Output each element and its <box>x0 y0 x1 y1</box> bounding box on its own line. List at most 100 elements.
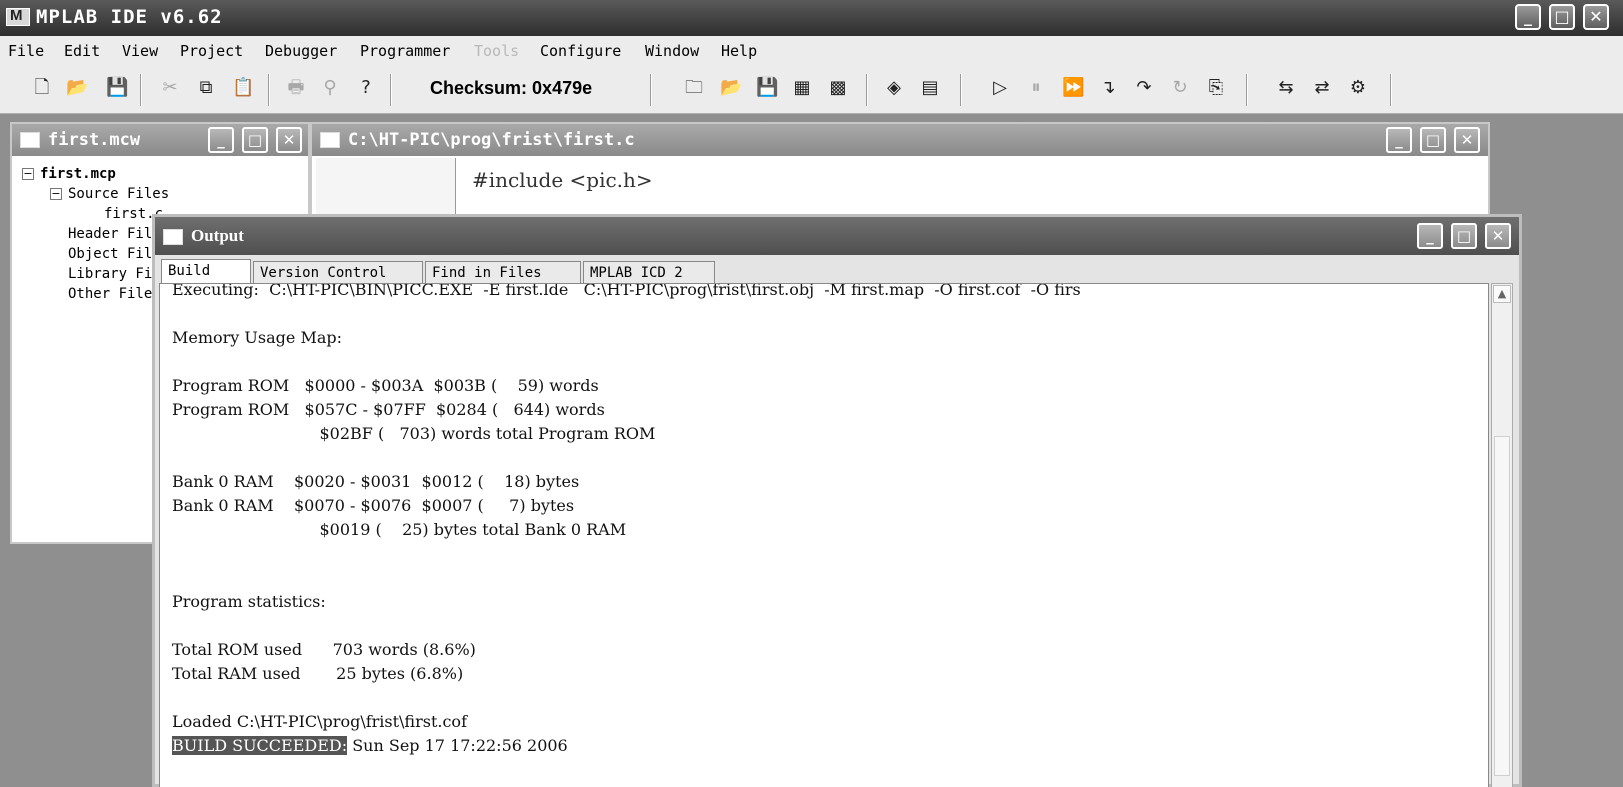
run-icon[interactable]: ▷ <box>990 78 1010 98</box>
minimize-button[interactable]: _ <box>1515 4 1541 30</box>
new-file-icon[interactable]: 🗋 <box>32 78 52 98</box>
step-over-icon[interactable]: ↷ <box>1134 78 1154 98</box>
toolbar-separator <box>960 74 962 106</box>
open-project-icon[interactable]: 📂 <box>720 78 742 98</box>
disconnect-icon[interactable]: ⇄ <box>1312 78 1332 98</box>
build-output-pane[interactable]: Executing: C:\HT-PIC\BIN\PICC.EXE -E fir… <box>159 283 1489 787</box>
save-icon[interactable]: 💾 <box>106 78 128 98</box>
checksum-display: Checksum: 0x479e <box>430 78 592 99</box>
source-file-icon <box>320 132 340 148</box>
menu-configure[interactable]: Configure <box>540 42 621 60</box>
menu-help[interactable]: Help <box>721 42 757 60</box>
toolbar-separator <box>1246 74 1248 106</box>
menu-tools: Tools <box>474 42 520 60</box>
editor-window: C:\HT-PIC\prog\frist\first.c _ □ ✕ #incl… <box>310 122 1490 222</box>
build-all-icon[interactable]: ▦ <box>792 78 812 98</box>
help-icon[interactable]: ? <box>356 78 376 98</box>
checksum-value: 0x479e <box>532 78 593 98</box>
output-line: Bank 0 RAM $0020 - $0031 $0012 ( 18) byt… <box>172 472 580 491</box>
menu-project[interactable]: Project <box>180 42 243 60</box>
scrollbar-thumb[interactable] <box>1494 436 1510 776</box>
collapse-icon[interactable]: − <box>50 188 62 200</box>
close-button[interactable]: ✕ <box>1583 4 1609 30</box>
code-line[interactable]: #include <pic.h> <box>472 168 653 192</box>
build-succeeded-badge: BUILD SUCCEEDED: <box>172 736 348 755</box>
project-window-title-bar[interactable]: first.mcw _ □ ✕ <box>12 124 308 156</box>
open-folder-icon[interactable]: 📂 <box>66 78 88 98</box>
output-line: Program statistics: <box>172 592 326 611</box>
output-maximize-button[interactable]: □ <box>1451 223 1477 249</box>
tab-build[interactable]: Build <box>161 259 251 286</box>
editor-window-title: C:\HT-PIC\prog\frist\first.c <box>348 130 635 150</box>
app-title-bar: MPLAB IDE v6.62 _ □ ✕ <box>0 0 1623 36</box>
editor-window-title-bar[interactable]: C:\HT-PIC\prog\frist\first.c _ □ ✕ <box>312 124 1488 156</box>
maximize-button[interactable]: □ <box>1549 4 1575 30</box>
toolbar: 🗋 📂 💾 ✂ ⧉ 📋 🖶 ⚲ ? Checksum: 0x479e 🗀 📂 💾… <box>0 66 1623 114</box>
cut-icon[interactable]: ✂ <box>160 78 180 98</box>
editor-close-button[interactable]: ✕ <box>1454 127 1480 153</box>
find-icon[interactable]: ⚲ <box>320 78 340 98</box>
output-window-title: Output <box>191 226 244 245</box>
project-maximize-button[interactable]: □ <box>242 127 268 153</box>
editor-minimize-button[interactable]: _ <box>1386 127 1412 153</box>
output-line: Program ROM $057C - $07FF $0284 ( 644) w… <box>172 400 605 419</box>
scroll-up-icon[interactable]: ▲ <box>1493 285 1511 303</box>
app-title: MPLAB IDE v6.62 <box>36 6 223 28</box>
tree-item-project[interactable]: − first.mcp <box>22 164 178 184</box>
build-timestamp: Sun Sep 17 17:22:56 2006 <box>347 736 568 755</box>
project-minimize-button[interactable]: _ <box>208 127 234 153</box>
menu-file[interactable]: File <box>8 42 44 60</box>
paste-icon[interactable]: 📋 <box>232 78 254 98</box>
output-line: Memory Usage Map: <box>172 328 343 347</box>
mplab-app-icon[interactable] <box>6 7 30 26</box>
menu-programmer[interactable]: Programmer <box>360 42 450 60</box>
workspace-icon <box>20 132 40 148</box>
editor-gutter <box>316 158 456 222</box>
settings-icon[interactable]: ⚙ <box>1348 78 1368 98</box>
output-line: $02BF ( 703) words total Program ROM <box>172 424 656 443</box>
connect-icon[interactable]: ⇆ <box>1276 78 1296 98</box>
tab-find-in-files[interactable]: Find in Files <box>425 261 581 285</box>
animate-icon[interactable]: ⏩ <box>1062 78 1084 98</box>
step-out-icon[interactable]: ↻ <box>1170 78 1190 98</box>
program-device-icon[interactable]: ◈ <box>884 78 904 98</box>
menu-view[interactable]: View <box>122 42 158 60</box>
checksum-label: Checksum: <box>430 78 528 98</box>
output-line: Executing: C:\HT-PIC\BIN\PICC.EXE -E fir… <box>172 283 1081 299</box>
tree-item-source-files[interactable]: − Source Files <box>22 184 178 204</box>
halt-icon[interactable]: ⏸ <box>1026 78 1046 98</box>
output-line: Loaded C:\HT-PIC\prog\frist\first.cof <box>172 712 467 731</box>
collapse-icon[interactable]: − <box>22 168 34 180</box>
build-status-line: BUILD SUCCEEDED: Sun Sep 17 17:22:56 200… <box>172 736 568 755</box>
output-close-button[interactable]: ✕ <box>1485 223 1511 249</box>
output-line: Total ROM used 703 words (8.6%) <box>172 640 476 659</box>
tab-version-control[interactable]: Version Control <box>253 261 423 285</box>
step-into-icon[interactable]: ↴ <box>1098 78 1118 98</box>
output-window: Output _ □ ✕ Build Version Control Find … <box>152 214 1522 787</box>
save-project-icon[interactable]: 💾 <box>756 78 778 98</box>
menu-edit[interactable]: Edit <box>64 42 100 60</box>
output-minimize-button[interactable]: _ <box>1417 223 1443 249</box>
output-window-title-bar[interactable]: Output _ □ ✕ <box>155 217 1519 255</box>
new-project-icon[interactable]: 🗀 <box>684 78 704 98</box>
toolbar-separator <box>1390 74 1392 106</box>
project-close-button[interactable]: ✕ <box>276 127 302 153</box>
toolbar-separator <box>140 74 142 106</box>
output-line: Bank 0 RAM $0070 - $0076 $0007 ( 7) byte… <box>172 496 575 515</box>
toolbar-separator <box>650 74 652 106</box>
menu-window[interactable]: Window <box>645 42 699 60</box>
project-window-title: first.mcw <box>48 130 141 150</box>
toolbar-separator <box>866 74 868 106</box>
tab-mplab-icd-2[interactable]: MPLAB ICD 2 <box>583 261 715 285</box>
reset-icon[interactable]: ⎘ <box>1206 78 1226 98</box>
output-window-icon <box>163 229 183 245</box>
editor-maximize-button[interactable]: □ <box>1420 127 1446 153</box>
calibration-icon[interactable]: ▤ <box>920 78 940 98</box>
copy-icon[interactable]: ⧉ <box>196 78 216 98</box>
menu-debugger[interactable]: Debugger <box>265 42 337 60</box>
print-icon[interactable]: 🖶 <box>286 78 306 98</box>
output-vertical-scrollbar[interactable]: ▲ <box>1491 283 1513 787</box>
menu-bar: File Edit View Project Debugger Programm… <box>0 36 1623 66</box>
make-icon[interactable]: ▩ <box>828 78 848 98</box>
output-line: Program ROM $0000 - $003A $003B ( 59) wo… <box>172 376 599 395</box>
